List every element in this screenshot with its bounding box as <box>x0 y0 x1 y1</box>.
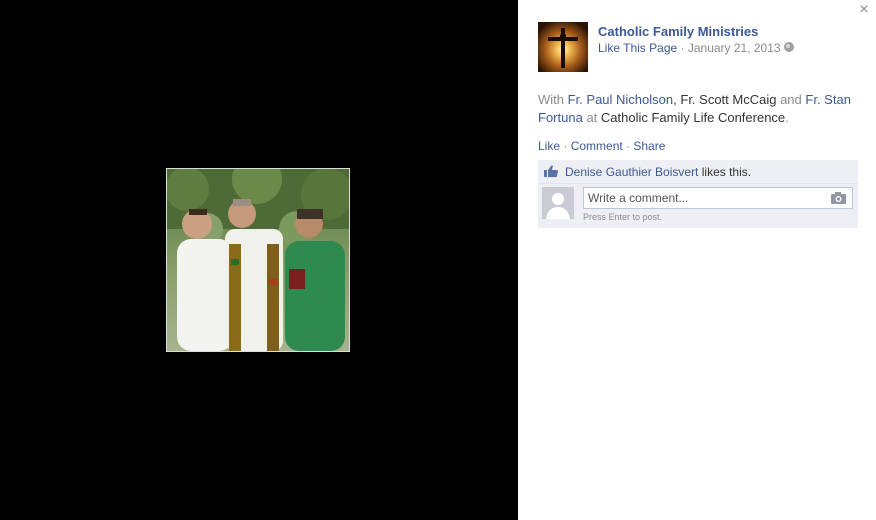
photo-stage <box>0 0 518 520</box>
ufi-divider <box>538 183 858 184</box>
liker-name-link[interactable]: Denise Gauthier Boisvert <box>565 165 698 179</box>
comment-input[interactable] <box>584 188 832 208</box>
page-name-link[interactable]: Catholic Family Ministries <box>598 24 758 39</box>
meta-separator: · <box>677 41 688 55</box>
action-sep-2: · <box>622 139 634 153</box>
crucifix-icon <box>548 28 578 68</box>
post-actions: Like · Comment · Share <box>538 139 665 153</box>
caption-period: . <box>785 110 789 125</box>
caption-at: at <box>586 110 598 125</box>
caption-and: and <box>780 92 802 107</box>
caption-with: With <box>538 92 564 107</box>
comment-link[interactable]: Comment <box>571 139 623 153</box>
feedback-box: Denise Gauthier Boisvert likes this. Pre… <box>538 160 858 228</box>
share-link[interactable]: Share <box>633 139 665 153</box>
close-icon[interactable]: × <box>857 2 871 18</box>
likes-sentence: Denise Gauthier Boisvert likes this. <box>544 165 751 179</box>
post-caption: With Fr. Paul Nicholson, Fr. Scott McCai… <box>538 91 868 127</box>
page-avatar[interactable] <box>538 22 588 72</box>
thumbs-up-icon <box>544 165 558 177</box>
post-meta: Like This Page · January 21, 2013 <box>598 41 794 55</box>
user-silhouette-icon <box>542 187 574 219</box>
post-date[interactable]: January 21, 2013 <box>688 41 781 55</box>
action-sep-1: · <box>560 139 571 153</box>
globe-icon <box>783 42 794 52</box>
tag-link-paul-nicholson[interactable]: Fr. Paul Nicholson <box>568 92 674 107</box>
post-panel: × Catholic Family Ministries Like This P… <box>518 0 876 520</box>
like-page-link[interactable]: Like This Page <box>598 41 677 55</box>
caption-place[interactable]: Catholic Family Life Conference <box>601 110 785 125</box>
caption-comma: , <box>673 92 677 107</box>
comment-box <box>583 187 853 209</box>
likes-suffix: likes this. <box>698 165 752 179</box>
like-link[interactable]: Like <box>538 139 560 153</box>
photo-illustration <box>167 169 349 351</box>
commenter-avatar <box>542 187 574 219</box>
post-photo[interactable] <box>166 168 350 352</box>
comment-hint: Press Enter to post. <box>583 212 663 222</box>
camera-icon[interactable] <box>831 192 846 204</box>
tag-scott-mccaig[interactable]: Fr. Scott McCaig <box>680 92 776 107</box>
